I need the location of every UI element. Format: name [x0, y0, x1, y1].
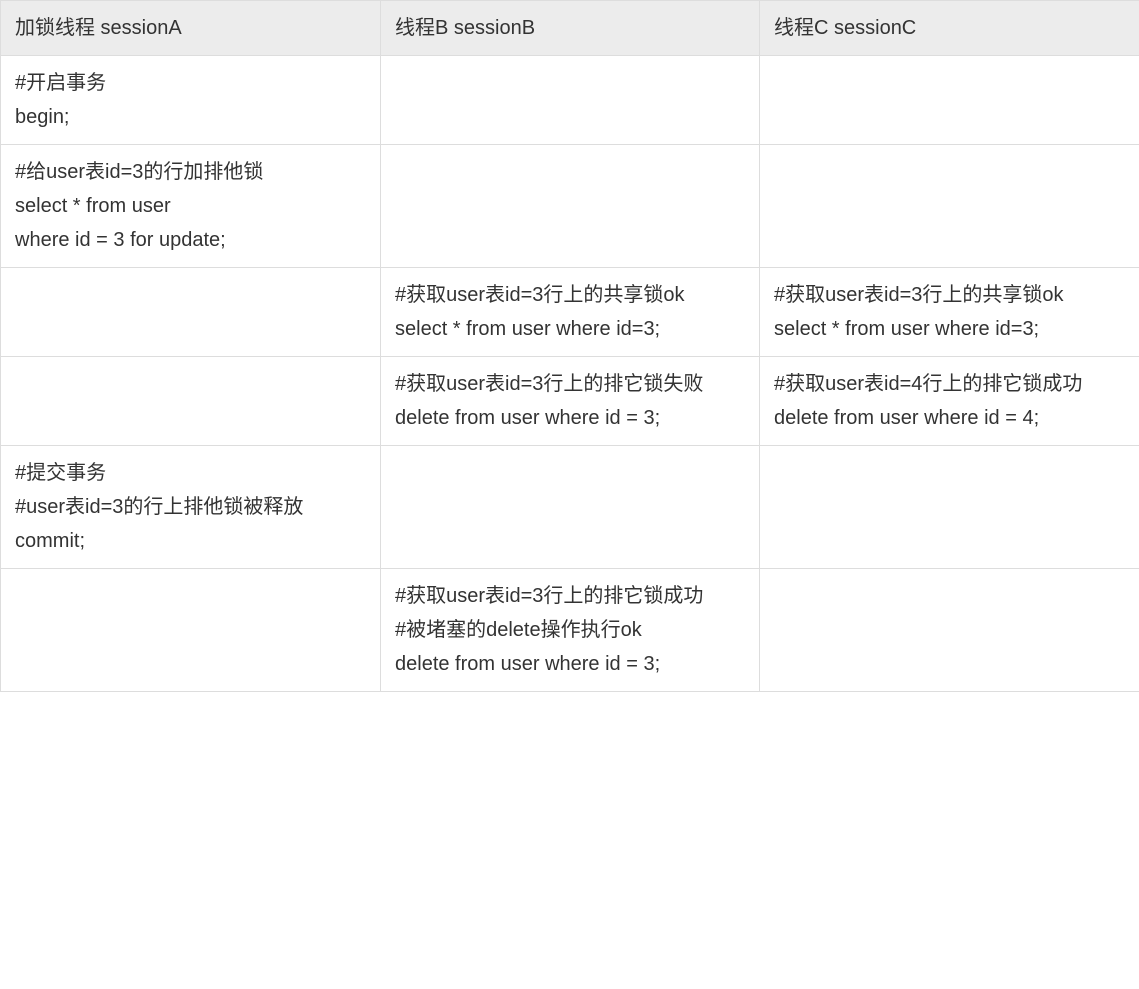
cell-session-a	[1, 569, 381, 692]
cell-session-b: #获取user表id=3行上的排它锁成功 #被堵塞的delete操作执行ok d…	[381, 569, 760, 692]
cell-session-c: #获取user表id=3行上的共享锁ok select * from user …	[760, 268, 1139, 357]
cell-content: #获取user表id=3行上的共享锁ok select * from user …	[774, 284, 1064, 340]
session-lock-table: 加锁线程 sessionA 线程B sessionB 线程C sessionC …	[0, 0, 1139, 692]
cell-content: #获取user表id=3行上的共享锁ok select * from user …	[395, 284, 685, 340]
cell-content: #获取user表id=3行上的排它锁成功 #被堵塞的delete操作执行ok d…	[395, 585, 703, 675]
table-row: #提交事务 #user表id=3的行上排他锁被释放 commit;	[1, 446, 1139, 569]
cell-session-c	[760, 569, 1139, 692]
cell-content: #开启事务 begin;	[15, 72, 106, 128]
table-row: #开启事务 begin;	[1, 56, 1139, 145]
header-session-c: 线程C sessionC	[760, 1, 1139, 56]
cell-session-b	[381, 145, 760, 268]
table-row: #给user表id=3的行加排他锁 select * from user whe…	[1, 145, 1139, 268]
cell-content: #获取user表id=3行上的排它锁失败 delete from user wh…	[395, 373, 703, 429]
table-row: #获取user表id=3行上的共享锁ok select * from user …	[1, 268, 1139, 357]
cell-session-c	[760, 145, 1139, 268]
table-row: #获取user表id=3行上的排它锁失败 delete from user wh…	[1, 357, 1139, 446]
cell-session-a: #给user表id=3的行加排他锁 select * from user whe…	[1, 145, 381, 268]
cell-session-b: #获取user表id=3行上的排它锁失败 delete from user wh…	[381, 357, 760, 446]
cell-session-b	[381, 446, 760, 569]
cell-session-a	[1, 268, 381, 357]
cell-session-c	[760, 56, 1139, 145]
cell-session-a	[1, 357, 381, 446]
cell-content: #提交事务 #user表id=3的行上排他锁被释放 commit;	[15, 462, 303, 552]
header-session-a: 加锁线程 sessionA	[1, 1, 381, 56]
cell-session-b: #获取user表id=3行上的共享锁ok select * from user …	[381, 268, 760, 357]
header-session-b: 线程B sessionB	[381, 1, 760, 56]
cell-session-c: #获取user表id=4行上的排它锁成功 delete from user wh…	[760, 357, 1139, 446]
cell-content: #给user表id=3的行加排他锁 select * from user whe…	[15, 161, 263, 251]
cell-session-a: #开启事务 begin;	[1, 56, 381, 145]
cell-session-a: #提交事务 #user表id=3的行上排他锁被释放 commit;	[1, 446, 381, 569]
table-header-row: 加锁线程 sessionA 线程B sessionB 线程C sessionC	[1, 1, 1139, 56]
cell-session-b	[381, 56, 760, 145]
header-label: 线程C sessionC	[774, 17, 916, 39]
table-row: #获取user表id=3行上的排它锁成功 #被堵塞的delete操作执行ok d…	[1, 569, 1139, 692]
cell-content: #获取user表id=4行上的排它锁成功 delete from user wh…	[774, 373, 1082, 429]
header-label: 加锁线程 sessionA	[15, 17, 182, 39]
header-label: 线程B sessionB	[395, 17, 535, 39]
cell-session-c	[760, 446, 1139, 569]
